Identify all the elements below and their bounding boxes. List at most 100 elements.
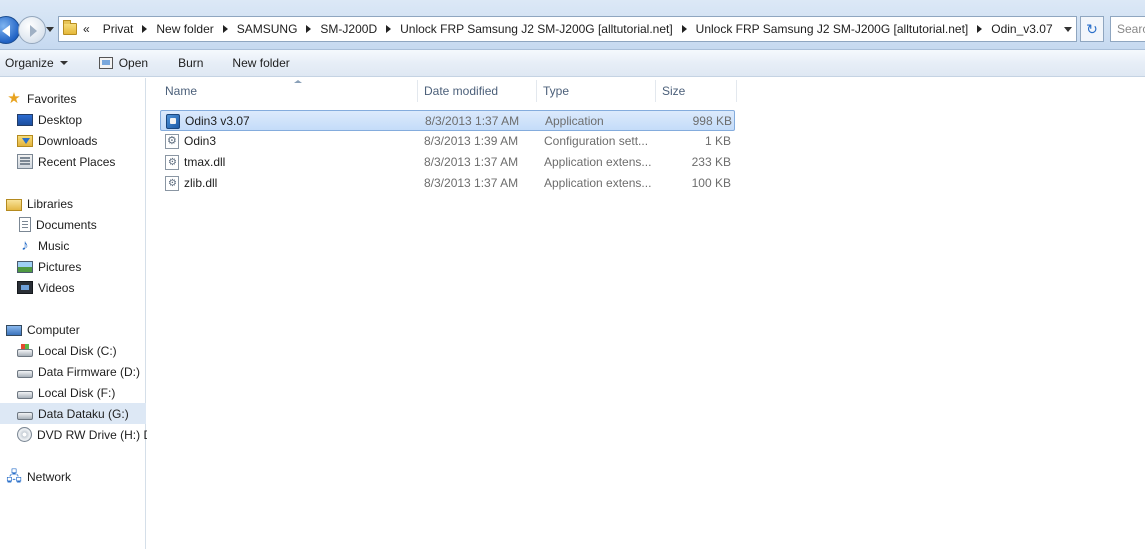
breadcrumb-item[interactable]: SM-J200D	[315, 22, 382, 36]
file-type: Application	[545, 114, 604, 128]
pictures-icon	[17, 261, 33, 273]
nav-item-downloads[interactable]: Downloads	[0, 130, 146, 151]
disk-icon	[17, 412, 33, 420]
nav-label: Network	[27, 469, 72, 484]
address-dropdown-chevron-icon[interactable]	[1060, 16, 1076, 42]
breadcrumb-item[interactable]: SAMSUNG	[232, 22, 303, 36]
music-icon: ♪	[21, 237, 29, 254]
table-row[interactable]: tmax.dll 8/3/2013 1:37 AM Application ex…	[160, 152, 735, 173]
breadcrumb-arrow-icon[interactable]	[386, 25, 392, 33]
table-row[interactable]: Odin3 8/3/2013 1:39 AM Configuration set…	[160, 131, 735, 152]
file-name: Odin3 v3.07	[185, 114, 250, 128]
forward-button[interactable]	[18, 16, 46, 44]
search-input[interactable]: Search	[1110, 16, 1145, 42]
breadcrumb[interactable]: « Privat New folder SAMSUNG SM-J200D Unl…	[58, 16, 1077, 42]
nav-item-documents[interactable]: Documents	[0, 214, 146, 235]
nav-item-desktop[interactable]: Desktop	[0, 109, 146, 130]
nav-item-pictures[interactable]: Pictures	[0, 256, 146, 277]
nav-computer[interactable]: Computer	[0, 319, 146, 340]
breadcrumb-arrow-icon[interactable]	[977, 25, 983, 33]
breadcrumb-arrow-icon[interactable]	[681, 25, 687, 33]
column-divider[interactable]	[736, 80, 737, 102]
folder-icon	[63, 20, 77, 35]
open-label: Open	[118, 56, 149, 70]
application-window-icon	[98, 57, 113, 69]
nav-label: Documents	[36, 217, 97, 232]
downloads-icon	[17, 134, 33, 147]
file-date-modified: 8/3/2013 1:37 AM	[424, 155, 519, 169]
organize-button[interactable]: Organize	[5, 50, 68, 77]
nav-item-recent-places[interactable]: Recent Places	[0, 151, 146, 172]
burn-label: Burn	[178, 56, 204, 70]
nav-label: Downloads	[38, 133, 98, 148]
nav-label: Local Disk (F:)	[38, 385, 116, 400]
file-size: 233 KB	[691, 155, 731, 169]
command-bar: Organize Open Burn New folder	[0, 50, 1145, 77]
star-icon: ★	[7, 90, 21, 107]
breadcrumb-arrow-icon[interactable]	[142, 25, 148, 33]
nav-item-videos[interactable]: Videos	[0, 277, 146, 298]
dll-file-icon	[165, 176, 179, 191]
recent-places-icon	[17, 154, 33, 169]
nav-favorites[interactable]: ★ Favorites	[0, 88, 146, 109]
computer-icon	[6, 324, 22, 336]
nav-item-data-dataku-g[interactable]: Data Dataku (G:)	[0, 403, 146, 424]
nav-libraries[interactable]: Libraries	[0, 193, 146, 214]
nav-label: Videos	[38, 280, 75, 295]
column-headers: Name Date modified Type Size	[159, 78, 759, 104]
file-date-modified: 8/3/2013 1:39 AM	[424, 134, 519, 148]
chevron-down-icon	[59, 61, 68, 65]
desktop-icon	[17, 114, 33, 126]
nav-item-local-disk-c[interactable]: Local Disk (C:)	[0, 340, 146, 361]
breadcrumb-item[interactable]: Unlock FRP Samsung J2 SM-J200G [alltutor…	[691, 22, 974, 36]
file-type: Configuration sett...	[544, 134, 649, 148]
application-icon	[166, 114, 180, 129]
nav-network[interactable]: 🖧 Network	[0, 466, 146, 487]
videos-icon	[17, 281, 33, 294]
nav-label: Data Dataku (G:)	[38, 406, 129, 421]
file-type: Application extens...	[544, 176, 652, 190]
disk-icon	[17, 370, 33, 378]
libraries-icon	[6, 198, 22, 211]
nav-item-dvd-rw-drive-h[interactable]: DVD RW Drive (H:) D	[0, 424, 152, 445]
nav-label: Desktop	[38, 112, 83, 127]
organize-label: Organize	[5, 56, 54, 70]
breadcrumb-arrow-icon[interactable]	[222, 25, 228, 33]
file-size: 100 KB	[691, 176, 731, 190]
breadcrumb-item[interactable]: New folder	[151, 22, 218, 36]
nav-item-local-disk-f[interactable]: Local Disk (F:)	[0, 382, 146, 403]
file-size: 998 KB	[692, 114, 732, 128]
breadcrumb-overflow[interactable]: «	[83, 22, 90, 36]
column-header-date-modified[interactable]: Date modified	[418, 78, 536, 104]
recent-pages-chevron-down-icon[interactable]	[45, 24, 55, 34]
new-folder-label: New folder	[232, 56, 290, 70]
open-button[interactable]: Open	[98, 50, 149, 77]
table-row[interactable]: Odin3 v3.07 8/3/2013 1:37 AM Application…	[160, 110, 735, 131]
nav-label: Recent Places	[38, 154, 116, 169]
file-list[interactable]: Name Date modified Type Size Odin3 v3.07…	[147, 78, 1145, 549]
nav-label: Data Firmware (D:)	[38, 364, 141, 379]
column-header-size[interactable]: Size	[656, 78, 736, 104]
nav-item-music[interactable]: ♪ Music	[0, 235, 146, 256]
nav-item-data-firmware-d[interactable]: Data Firmware (D:)	[0, 361, 146, 382]
breadcrumb-arrow-icon[interactable]	[306, 25, 312, 33]
file-size: 1 KB	[704, 134, 731, 148]
back-button[interactable]	[0, 16, 20, 44]
dll-file-icon	[165, 155, 179, 170]
new-folder-button[interactable]: New folder	[232, 50, 289, 77]
breadcrumb-item[interactable]: Privat	[98, 22, 139, 36]
nav-label: Music	[38, 238, 70, 253]
column-header-name[interactable]: Name	[159, 78, 417, 104]
nav-label: Favorites	[27, 91, 77, 106]
breadcrumb-item[interactable]: Unlock FRP Samsung J2 SM-J200G [alltutor…	[395, 22, 678, 36]
column-header-type[interactable]: Type	[537, 78, 655, 104]
burn-button[interactable]: Burn	[178, 50, 203, 77]
file-name: zlib.dll	[184, 176, 218, 190]
system-disk-icon	[17, 344, 33, 357]
network-icon: 🖧	[6, 468, 22, 484]
address-bar-area: « Privat New folder SAMSUNG SM-J200D Unl…	[0, 0, 1145, 50]
documents-icon	[19, 217, 31, 232]
refresh-icon[interactable]: ↻	[1080, 16, 1104, 42]
table-row[interactable]: zlib.dll 8/3/2013 1:37 AM Application ex…	[160, 173, 735, 194]
breadcrumb-item-current[interactable]: Odin_v3.07	[986, 22, 1057, 36]
